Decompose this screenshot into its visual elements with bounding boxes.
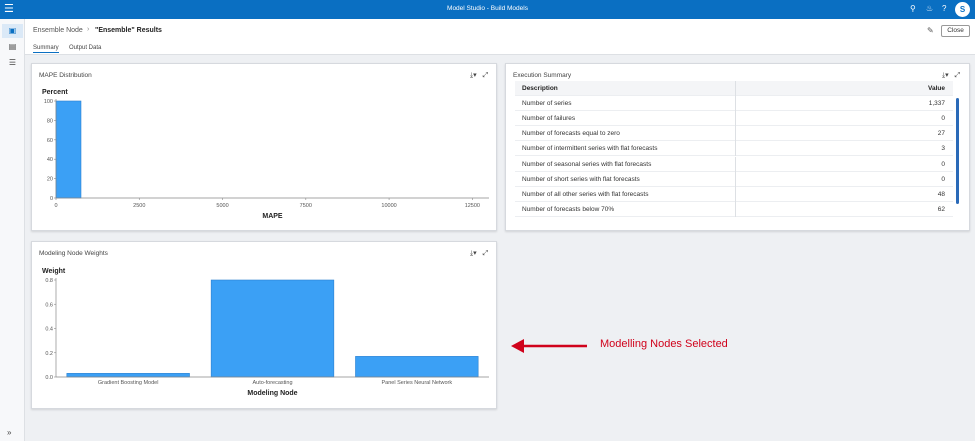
- download-icon[interactable]: ⤓▾: [942, 71, 949, 80]
- results-header: Ensemble Node › "Ensemble" Results Summa…: [25, 19, 975, 55]
- x-tick-label: 5000: [216, 203, 228, 209]
- row-description: Number of forecasts below 70%: [522, 205, 615, 213]
- x-tick-label: 12500: [465, 203, 480, 209]
- table-header-row: Description Value: [515, 81, 953, 97]
- breadcrumb[interactable]: Ensemble Node: [33, 27, 83, 34]
- row-description: Number of intermittent series with flat …: [522, 145, 658, 153]
- x-axis-label: Modeling Node: [247, 390, 297, 397]
- mape-chart: Percent 0 20 40 60 80 100 0 2500 5000 7500 10000 125…: [42, 89, 489, 220]
- y-tick-label: 20: [47, 177, 53, 183]
- bell-icon[interactable]: ♨: [926, 4, 933, 14]
- y-tick-label: 0.6: [45, 302, 53, 308]
- table-row: Number of series 1,337: [515, 96, 953, 112]
- expand-rail-icon[interactable]: »: [7, 428, 11, 437]
- bar: [355, 356, 479, 378]
- x-tick-label: Auto-forecasting: [252, 380, 292, 386]
- table-row: Number of seasonal series with flat fore…: [515, 156, 953, 172]
- top-bar: ☰ Model Studio - Build Models ⚲ ♨ ? S: [0, 0, 975, 19]
- bar: [66, 373, 190, 378]
- row-description: Number of series: [522, 100, 572, 108]
- row-description: Number of failures: [522, 115, 576, 123]
- y-tick-label: 100: [44, 99, 53, 105]
- row-description: Number of short series with flat forecas…: [522, 175, 640, 183]
- app-title: Model Studio - Build Models: [447, 5, 528, 12]
- expand-icon[interactable]: ⤢: [955, 72, 961, 80]
- y-axis-label: Percent: [42, 89, 68, 96]
- results-nav-icon[interactable]: ▣: [2, 24, 23, 38]
- execution-summary-panel: Execution Summary ⤓▾ ⤢ Description Value …: [505, 63, 970, 231]
- table-row: Number of intermittent series with flat …: [515, 141, 953, 157]
- pipeline-nav-icon[interactable]: ▤: [2, 40, 23, 54]
- table-row: Number of short series with flat forecas…: [515, 171, 953, 187]
- y-tick-label: 0.8: [45, 278, 53, 284]
- y-tick-label: 0: [50, 196, 53, 202]
- y-tick-label: 80: [47, 118, 53, 124]
- bar: [210, 279, 335, 378]
- table-row: Number of forecasts below 70% 62: [515, 201, 953, 217]
- panel-title: Execution Summary: [513, 72, 572, 79]
- row-value: 62: [937, 205, 945, 213]
- x-tick-label: Gradient Boosting Model: [98, 380, 159, 386]
- x-tick-label: Panel Series Neural Network: [382, 380, 453, 386]
- row-value: 0: [941, 160, 945, 168]
- x-tick-label: 2500: [133, 203, 145, 209]
- row-description: Number of seasonal series with flat fore…: [522, 160, 652, 168]
- column-header-description[interactable]: Description: [522, 85, 558, 92]
- row-value: 0: [941, 115, 945, 123]
- annotation-text: Modelling Nodes Selected: [600, 338, 728, 350]
- x-tick-label: 7500: [300, 203, 312, 209]
- y-tick-label: 40: [47, 157, 53, 163]
- left-rail: ▣ ▤ ☰ »: [0, 19, 25, 441]
- y-axis-label: Weight: [42, 268, 66, 275]
- row-value: 0: [941, 175, 945, 183]
- search-icon[interactable]: ⚲: [910, 4, 916, 14]
- histogram-bar: [55, 100, 82, 199]
- list-nav-icon[interactable]: ☰: [2, 56, 23, 70]
- weights-chart: Weight 0.0 0.2 0.4 0.6 0.8 Gradient Boosting M…: [42, 268, 489, 397]
- annotate-icon[interactable]: ✎: [927, 26, 934, 35]
- y-tick-label: 60: [47, 138, 53, 144]
- table-row: Number of failures 0: [515, 111, 953, 127]
- x-tick-label: 0: [54, 203, 57, 209]
- row-value: 1,337: [928, 100, 945, 108]
- y-tick-label: 0.2: [45, 351, 53, 357]
- scrollbar[interactable]: [956, 98, 959, 204]
- table-row: Number of forecasts equal to zero 27: [515, 126, 953, 142]
- page-title: "Ensemble" Results: [95, 27, 162, 34]
- close-button[interactable]: Close: [941, 25, 970, 37]
- row-value: 48: [937, 190, 945, 198]
- column-header-value[interactable]: Value: [928, 85, 945, 92]
- x-axis-label: MAPE: [262, 213, 283, 220]
- row-description: Number of forecasts equal to zero: [522, 130, 620, 138]
- tab-output-data[interactable]: Output Data: [69, 45, 101, 51]
- y-tick-label: 0.4: [45, 327, 53, 333]
- row-value: 3: [941, 145, 945, 153]
- avatar[interactable]: S: [955, 2, 970, 17]
- left-arrow-icon: [511, 339, 587, 353]
- chevron-right-icon: ›: [87, 26, 90, 33]
- y-tick-label: 0.0: [45, 375, 53, 381]
- x-tick-label: 10000: [381, 203, 396, 209]
- row-description: Number of all other series with flat for…: [522, 190, 649, 198]
- table-row: Number of all other series with flat for…: [515, 186, 953, 202]
- tab-summary[interactable]: Summary: [33, 45, 59, 53]
- help-icon[interactable]: ?: [942, 4, 946, 14]
- mape-distribution-panel: MAPE Distribution ⤓▾ ⤢ Percent 0 20 40 60 80 10…: [31, 63, 497, 231]
- row-value: 27: [937, 130, 945, 138]
- modeling-node-weights-panel: Modeling Node Weights ⤓▾ ⤢ Weight 0.0 0.2 0.…: [31, 241, 497, 409]
